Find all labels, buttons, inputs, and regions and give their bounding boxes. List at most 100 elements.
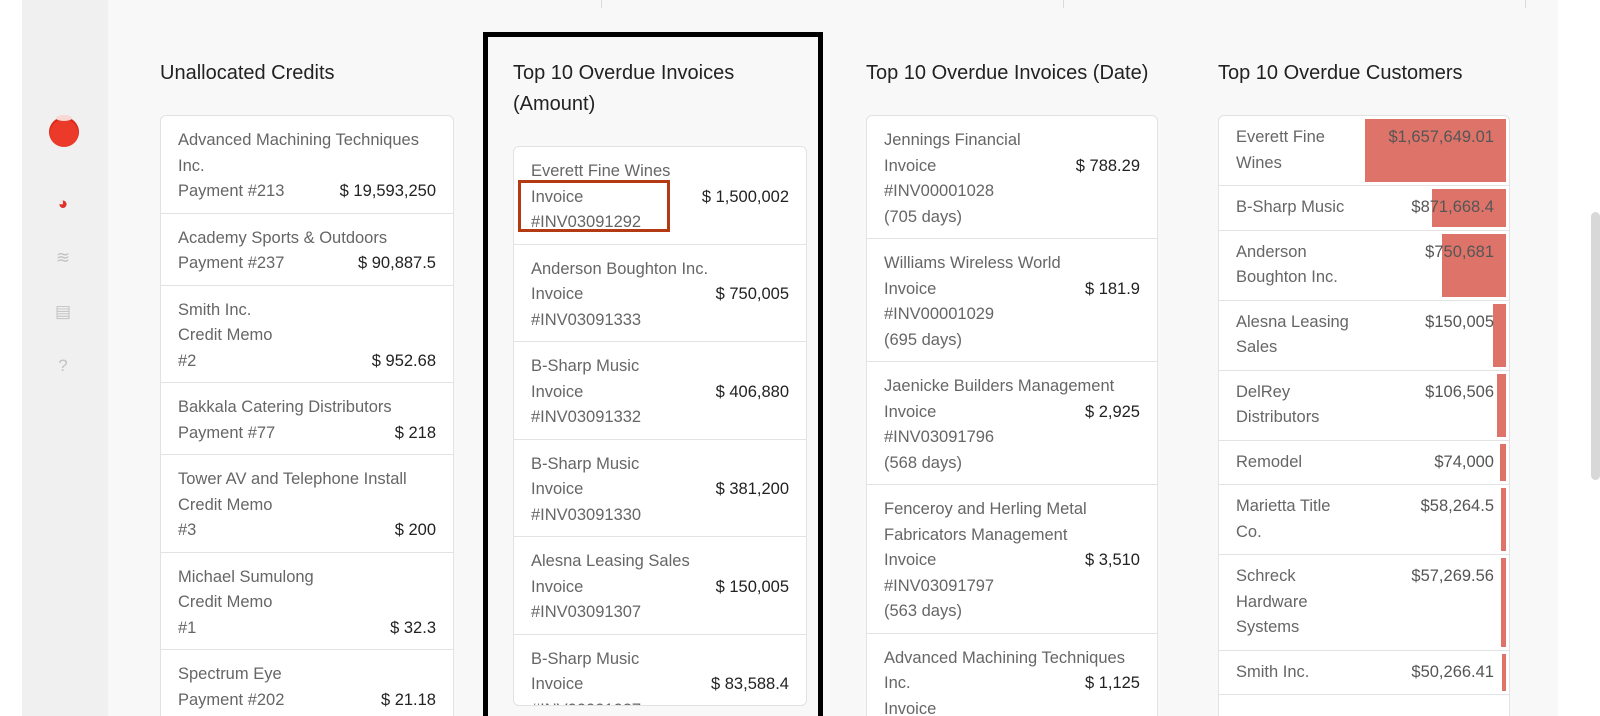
list-item[interactable]: B-Sharp MusicInvoice#INV00001027$ 83,588… [514, 635, 806, 706]
item-amount: $ 218 [394, 423, 436, 442]
item-detail: (563 days) [884, 602, 962, 620]
customer-name-line: Schreck [1236, 567, 1296, 585]
item-detail: (695 days) [884, 330, 962, 349]
item-amount: $ 32.3 [390, 618, 436, 637]
item-detail: (568 days) [884, 453, 962, 472]
overdue-amount-title-line2: (Amount) [513, 93, 596, 115]
dashboard-icon[interactable]: ◕ [50, 191, 76, 217]
app-logo[interactable] [49, 115, 79, 147]
item-title: Anderson Boughton Inc. [531, 259, 709, 278]
item-detail: Invoice [884, 699, 937, 716]
item-amount: $ 21.18 [380, 690, 436, 709]
customer-name-line: B-Sharp Music [1236, 198, 1345, 216]
item-title: Advanced Machining Techniques [178, 131, 419, 149]
item-amount: $ 2,925 [1084, 402, 1140, 421]
item-detail: Credit Memo [178, 593, 273, 611]
customer-amount: $74,000 [1434, 452, 1494, 471]
item-detail: Inc. [178, 156, 205, 175]
customer-bar [1501, 488, 1506, 551]
item-amount: $ 181.9 [1084, 279, 1140, 298]
list-item[interactable]: Advanced Machining Techniques Inc. Payment… [161, 116, 453, 214]
list-item[interactable]: Everett Fine Wines Invoice #INV03091292 $ 1… [514, 147, 806, 245]
customer-row[interactable]: Anderson Boughton Inc. $750,681 [1219, 231, 1509, 301]
unallocated-credits-list: Advanced Machining Techniques Inc. Payment… [160, 115, 454, 716]
customer-bar [1502, 653, 1506, 691]
customer-name-line: Boughton Inc. [1236, 268, 1338, 286]
help-icon[interactable]: ? [50, 353, 76, 379]
customer-row[interactable]: Remodel $74,000 [1219, 441, 1509, 485]
customer-name: Smith Inc. [1236, 660, 1309, 686]
list-item[interactable]: Bakkala Catering Distributors Payment #77… [161, 383, 453, 455]
customer-row[interactable]: Marietta Title Co. $58,264.5 [1219, 485, 1509, 555]
customer-name-line: Anderson [1236, 242, 1307, 261]
item-amount: $ 200 [394, 521, 436, 539]
overdue-customers-list: Everett Fine Wines $1,657,649.01 B-Sharp Mu… [1218, 115, 1510, 716]
list-item[interactable]: Spectrum Eye Payment #202 $ 21.18 [161, 650, 453, 716]
list-item[interactable]: Advanced Machining Techniques Inc. Invoice… [867, 634, 1157, 716]
customer-name: Remodel [1236, 450, 1302, 476]
customer-name-line: Everett Fine [1236, 128, 1325, 146]
item-title: Alesna Leasing Sales [531, 552, 690, 570]
customer-row[interactable]: Everett Fine Wines $1,657,649.01 [1219, 116, 1509, 186]
item-detail: #INV03091307 [531, 603, 642, 621]
customer-bar [1493, 303, 1506, 367]
item-detail: #INV03091332 [531, 408, 642, 426]
invoice-icon[interactable]: ▤ [50, 299, 76, 325]
customer-name-line: Alesna Leasing [1236, 312, 1349, 331]
item-detail: #INV03091797 [884, 576, 995, 595]
customer-row[interactable]: Smith Inc. $50,266.41 [1219, 651, 1509, 695]
item-detail: #INV00001027 [531, 698, 789, 706]
customer-bar [1500, 443, 1506, 481]
item-title: Spectrum Eye [178, 665, 282, 683]
customer-amount: $750,681 [1425, 242, 1494, 261]
list-item[interactable]: Anderson Boughton Inc. Invoice #INV0309133… [514, 245, 806, 342]
item-detail: #INV03091333 [531, 310, 642, 329]
item-amount: $ 1,500,002 [701, 187, 789, 206]
list-item[interactable]: B-Sharp Music Invoice #INV03091332 $ 406,88… [514, 342, 806, 440]
list-item[interactable]: Jennings Financial Invoice #INV00001028 (70… [867, 116, 1157, 239]
overdue-date-list: Jennings Financial Invoice #INV00001028 (70… [866, 115, 1158, 716]
list-item[interactable]: B-Sharp Music Invoice #INV03091330 $ 381,20… [514, 440, 806, 537]
customer-name: Schreck Hardware Systems [1236, 564, 1308, 641]
customer-name-line: Remodel [1236, 452, 1303, 471]
list-item[interactable]: Alesna Leasing Sales Invoice #INV03091307 $… [514, 537, 806, 635]
item-amount: $ 381,200 [715, 480, 789, 498]
list-item[interactable]: Tower AV and Telephone Install Credit Mem… [161, 455, 453, 553]
item-title: Fenceroy and Herling Metal [884, 500, 1087, 518]
overdue-customers-title: Top 10 Overdue Customers [1218, 62, 1463, 84]
customer-amount: $150,005 [1425, 312, 1494, 331]
item-title: Michael Sumulong [178, 567, 314, 586]
item-title: Tower AV and Telephone Install [178, 470, 407, 488]
list-item[interactable]: Williams Wireless World Invoice #INV000010… [867, 239, 1157, 362]
customer-row[interactable]: Alesna Leasing Sales $150,005 [1219, 301, 1509, 371]
list-item[interactable]: Smith Inc. Credit Memo #2 $ 952.68 [161, 286, 453, 383]
item-amount: $ 19,593,250 [339, 182, 436, 200]
customer-bar [1497, 373, 1506, 437]
customer-name: Anderson Boughton Inc. [1236, 240, 1338, 291]
scrollbar-thumb[interactable] [1591, 212, 1600, 480]
customer-row[interactable]: DelRey Distributors $106,506 [1219, 371, 1509, 441]
item-amount: $ 952.68 [371, 351, 436, 370]
coins-icon[interactable]: ≋ [50, 245, 76, 271]
overdue-amount-list: Everett Fine Wines Invoice #INV03091292 $ 1… [513, 146, 807, 706]
customer-name-line: Marietta Title [1236, 497, 1331, 515]
item-detail: Credit Memo [178, 326, 273, 344]
customer-bar [1501, 558, 1506, 647]
customer-amount: $1,657,649.01 [1388, 128, 1494, 146]
list-item[interactable]: Michael Sumulong Credit Memo #1 $ 32.3 [161, 553, 453, 650]
customer-name: B-Sharp Music [1236, 195, 1344, 221]
item-detail: #INV03091330 [531, 505, 642, 524]
customer-name-line: Wines [1236, 153, 1282, 172]
item-title: Bakkala Catering Distributors [178, 398, 392, 416]
list-item[interactable]: Jaenicke Builders Management Invoice #INV0… [867, 362, 1157, 485]
customer-row[interactable]: B-Sharp Music $871,668.4 [1219, 186, 1509, 231]
list-item[interactable]: Academy Sports & Outdoors Payment #237 $ 9… [161, 214, 453, 286]
item-title: B-Sharp Music [531, 454, 640, 473]
list-item[interactable]: Fenceroy and Herling Metal Fabricators Ma… [867, 485, 1157, 634]
item-amount: $ 788.29 [1075, 156, 1140, 175]
item-title: Advanced Machining Techniques [884, 648, 1125, 667]
item-title: Jaenicke Builders Management [884, 377, 1115, 395]
customer-row[interactable]: Schreck Hardware Systems $57,269.56 [1219, 555, 1509, 651]
item-title: B-Sharp Music [531, 649, 640, 668]
customer-amount: $57,269.56 [1411, 567, 1494, 585]
